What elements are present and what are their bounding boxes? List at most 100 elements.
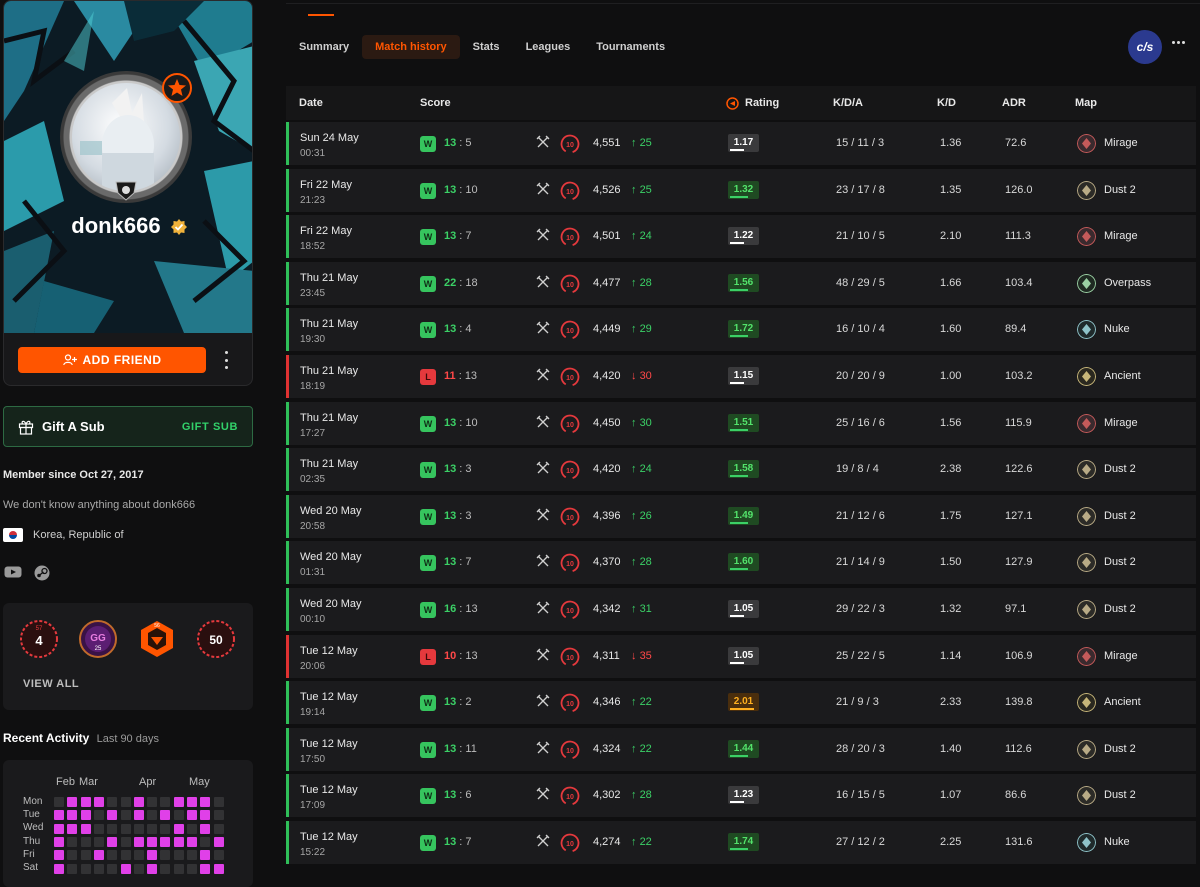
header-date[interactable]: Date bbox=[299, 97, 323, 109]
adr-value: 72.6 bbox=[1005, 137, 1027, 149]
youtube-icon[interactable] bbox=[4, 565, 22, 579]
header-rating[interactable]: Rating bbox=[726, 96, 779, 110]
match-day: Fri 22 May bbox=[300, 178, 352, 191]
match-date: Thu 21 May 02:35 bbox=[300, 457, 358, 487]
activity-cell bbox=[200, 797, 211, 807]
adr-value: 103.4 bbox=[1005, 276, 1033, 289]
kd-value: 1.35 bbox=[940, 183, 962, 196]
gift-sub-card: Gift A Sub GIFT SUB bbox=[3, 406, 253, 447]
badge-57-icon[interactable]: 57 4 bbox=[19, 619, 59, 659]
header-score[interactable]: Score bbox=[420, 97, 451, 109]
table-row[interactable]: Sun 24 May 00:31 W 13 : 5 10 4,551 ↑ 25 1.17 15 … bbox=[286, 122, 1196, 165]
arrow-up-icon: ↑ bbox=[631, 463, 637, 476]
table-row[interactable]: Thu 21 May 19:30 W 13 : 4 10 4,449 ↑ 29 1.72 16 … bbox=[286, 308, 1196, 352]
tab-summary[interactable]: Summary bbox=[286, 35, 362, 59]
svg-text:10: 10 bbox=[566, 235, 574, 242]
adr-value: 139.8 bbox=[1005, 696, 1033, 709]
arrow-up-icon: ↑ bbox=[631, 556, 637, 569]
add-friend-button[interactable]: ADD FRIEND bbox=[18, 347, 206, 373]
activity-cell bbox=[120, 863, 131, 874]
match-date: Sun 24 May 00:31 bbox=[300, 131, 359, 161]
profile-tabs: Summary Match history Stats Leagues Tour… bbox=[286, 34, 678, 60]
crossed-swords-icon bbox=[536, 182, 550, 195]
header-map[interactable]: Map bbox=[1075, 97, 1097, 109]
tab-tournaments[interactable]: Tournaments bbox=[583, 35, 678, 59]
kda-value: 29 / 22 / 3 bbox=[836, 603, 885, 615]
steam-icon[interactable] bbox=[34, 565, 50, 581]
activity-cell bbox=[200, 850, 211, 861]
add-friend-label: ADD FRIEND bbox=[82, 353, 162, 367]
match-day: Wed 20 May bbox=[300, 598, 362, 610]
table-row[interactable]: Thu 21 May 17:27 W 13 : 10 10 4,450 ↑ 30 1.51 25… bbox=[286, 401, 1196, 445]
svg-text:10: 10 bbox=[566, 375, 574, 382]
kda-value: 25 / 16 / 6 bbox=[836, 416, 885, 429]
badge-gg-icon[interactable]: GG 25 bbox=[78, 619, 118, 659]
elo-value: 4,501 bbox=[593, 230, 621, 243]
kda-value: 20 / 20 / 9 bbox=[836, 370, 885, 382]
table-row[interactable]: Fri 22 May 21:23 W 13 : 10 10 4,526 ↑ 25 1.32 23… bbox=[286, 168, 1196, 212]
rating-badge: 1.05 bbox=[728, 600, 759, 618]
table-row[interactable]: Thu 21 May 18:19 L 11 : 13 10 4,420 ↓ 30 1.15 20… bbox=[286, 355, 1196, 398]
table-row[interactable]: Tue 12 May 20:06 L 10 : 13 10 4,311 ↓ 35 1.05 25… bbox=[286, 634, 1196, 678]
elo-change: ↑ 28 bbox=[631, 789, 652, 801]
avatar[interactable] bbox=[60, 71, 192, 203]
tab-match-history[interactable]: Match history bbox=[362, 35, 460, 59]
opponent-score: 4 bbox=[465, 323, 472, 336]
rating-badge: 1.74 bbox=[728, 833, 759, 851]
svg-text:10: 10 bbox=[566, 841, 574, 848]
badges-card: 57 4 GG 25 56 50 VIEW ALL bbox=[3, 603, 253, 710]
match-time: 19:30 bbox=[300, 334, 326, 346]
profile-menu-icon[interactable] bbox=[222, 351, 230, 369]
arrow-down-icon: ↓ bbox=[631, 370, 637, 382]
tab-stats[interactable]: Stats bbox=[460, 35, 513, 59]
header-kda[interactable]: K/D/A bbox=[833, 97, 863, 109]
gift-sub-button[interactable]: GIFT SUB bbox=[182, 421, 238, 433]
game-selector-button[interactable]: c/s bbox=[1128, 30, 1162, 64]
opponent-score: 7 bbox=[465, 556, 472, 569]
country-name: Korea, Republic of bbox=[33, 529, 124, 541]
elo-change: ↑ 24 bbox=[631, 230, 652, 242]
table-row[interactable]: Tue 12 May 15:22 W 13 : 7 10 4,274 ↑ 22 1.74 27 … bbox=[286, 821, 1196, 864]
badge-50-icon[interactable]: 50 bbox=[196, 619, 236, 659]
table-row[interactable]: Wed 20 May 00:10 W 16 : 13 10 4,342 ↑ 31 1.05 29… bbox=[286, 588, 1196, 631]
skill-level-icon: 10 bbox=[560, 460, 580, 480]
activity-cell bbox=[200, 823, 211, 834]
opponent-score: 10 bbox=[465, 416, 478, 429]
arrow-up-icon: ↑ bbox=[631, 789, 637, 802]
skill-level-icon: 10 bbox=[560, 600, 580, 620]
header-kd[interactable]: K/D bbox=[937, 97, 956, 109]
table-row[interactable]: Wed 20 May 01:31 W 13 : 7 10 4,370 ↑ 28 1.60 21 … bbox=[286, 541, 1196, 585]
month-label: May bbox=[189, 776, 210, 788]
table-row[interactable]: Fri 22 May 18:52 W 13 : 7 10 4,501 ↑ 24 1.22 21 … bbox=[286, 215, 1196, 259]
rating-badge: 1.56 bbox=[728, 273, 759, 292]
view-all-badges-link[interactable]: VIEW ALL bbox=[23, 678, 79, 690]
adr-value: 127.9 bbox=[1005, 556, 1033, 569]
match-date: Tue 12 May 15:22 bbox=[300, 830, 358, 860]
rating-badge: 2.01 bbox=[728, 693, 759, 712]
activity-cell bbox=[173, 797, 184, 807]
activity-cell bbox=[93, 863, 104, 874]
header-adr[interactable]: ADR bbox=[1002, 97, 1026, 109]
kda-value: 28 / 20 / 3 bbox=[836, 742, 885, 755]
table-row[interactable]: Thu 21 May 02:35 W 13 : 3 10 4,420 ↑ 24 1.58 19 … bbox=[286, 448, 1196, 492]
result-badge: W bbox=[420, 788, 436, 805]
elo-change-value: 35 bbox=[639, 649, 652, 662]
map-name: Dust 2 bbox=[1104, 183, 1136, 196]
kda-value: 21 / 10 / 5 bbox=[836, 230, 885, 243]
crossed-swords-icon bbox=[536, 321, 550, 334]
activity-cell bbox=[80, 797, 91, 807]
result-badge: W bbox=[420, 508, 436, 525]
table-row[interactable]: Wed 20 May 20:58 W 13 : 3 10 4,396 ↑ 26 1.49 21 … bbox=[286, 494, 1196, 538]
arrow-up-icon: ↑ bbox=[631, 696, 637, 709]
recent-activity-label: Recent Activity bbox=[3, 731, 90, 745]
table-row[interactable]: Tue 12 May 17:50 W 13 : 11 10 4,324 ↑ 22 1.44 28… bbox=[286, 727, 1196, 771]
table-row[interactable]: Tue 12 May 17:09 W 13 : 6 10 4,302 ↑ 28 1.23 16 … bbox=[286, 774, 1196, 818]
crossed-swords-icon bbox=[536, 415, 550, 428]
tab-leagues[interactable]: Leagues bbox=[513, 35, 584, 59]
table-row[interactable]: Tue 12 May 19:14 W 13 : 2 10 4,346 ↑ 22 2.01 21 … bbox=[286, 681, 1196, 725]
badge-56-icon[interactable]: 56 bbox=[137, 619, 177, 659]
more-options-icon[interactable] bbox=[1172, 41, 1186, 44]
table-row[interactable]: Thu 21 May 23:45 W 22 : 18 10 4,477 ↑ 28 1.56 48… bbox=[286, 261, 1196, 305]
activity-cell bbox=[54, 823, 64, 834]
map-name: Nuke bbox=[1104, 836, 1130, 848]
